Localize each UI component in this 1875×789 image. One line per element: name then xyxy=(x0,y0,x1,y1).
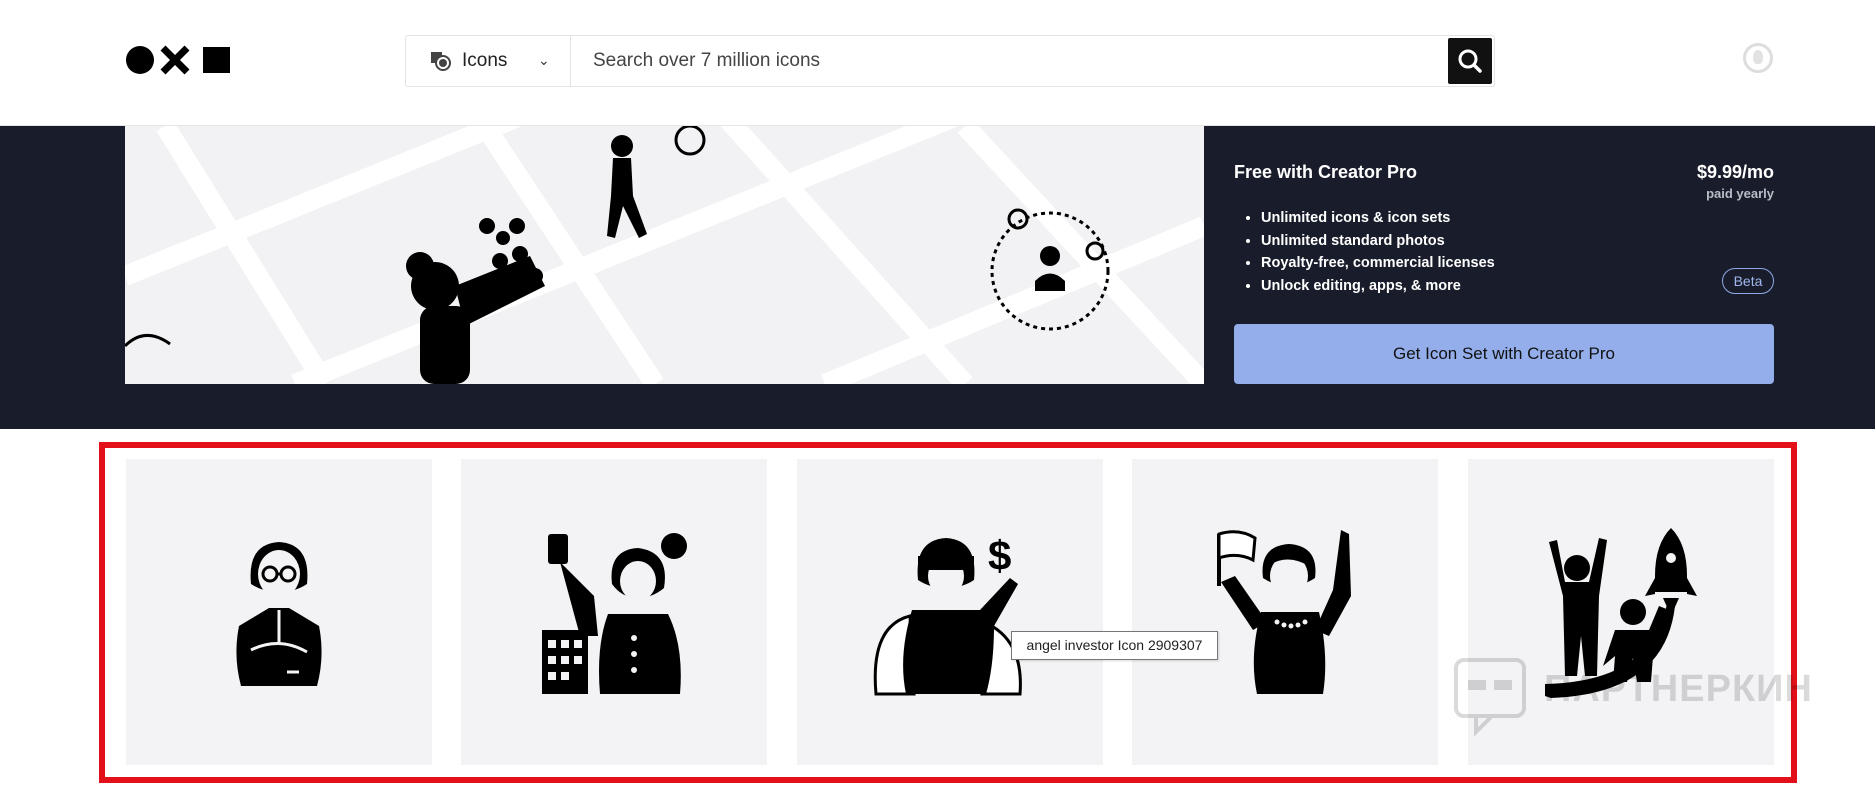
svg-text:$: $ xyxy=(988,532,1011,579)
search-icon xyxy=(1458,49,1482,73)
icon-tile-woman-flag[interactable] xyxy=(1132,459,1438,765)
icon-tile-angel-investor[interactable]: $ xyxy=(797,459,1103,765)
creator-pro-promo: Free with Creator Pro $9.99/mo paid year… xyxy=(1234,126,1774,384)
search-bar: Icons ⌄ xyxy=(405,35,1495,87)
angel-investor-icon: $ xyxy=(873,532,1022,696)
feature-item: Royalty-free, commercial licenses xyxy=(1261,252,1495,275)
promo-billing-period: paid yearly xyxy=(1706,186,1774,201)
promo-price: $9.99/mo xyxy=(1696,162,1774,182)
chat-bubble-icon xyxy=(1454,658,1526,737)
beta-badge: Beta xyxy=(1722,268,1774,294)
search-type-label: Icons xyxy=(462,50,508,71)
woman-holding-money-building-icon xyxy=(542,533,687,694)
get-creator-pro-button[interactable]: Get Icon Set with Creator Pro xyxy=(1234,324,1774,384)
search-type-dropdown[interactable]: Icons ⌄ xyxy=(406,36,571,86)
icon-set-preview xyxy=(125,126,1204,384)
search-button[interactable] xyxy=(1448,38,1492,84)
watermark-text: ПАРТНЕРКИН xyxy=(1544,668,1813,710)
site-header: Icons ⌄ xyxy=(0,0,1875,126)
logo[interactable] xyxy=(125,45,235,75)
search-input[interactable] xyxy=(571,36,1451,86)
promo-title: Free with Creator Pro xyxy=(1234,162,1418,182)
feature-item: Unlimited standard photos xyxy=(1261,230,1495,253)
icon-tile-woman-money-building[interactable] xyxy=(461,459,767,765)
feature-list: Unlimited icons & icon sets Unlimited st… xyxy=(1261,207,1495,297)
chevron-down-icon: ⌄ xyxy=(538,52,550,68)
businesswoman-crossed-arms-icon xyxy=(236,542,322,686)
icon-tile-businesswoman[interactable] xyxy=(126,459,432,765)
icon-set-banner: Free with Creator Pro $9.99/mo paid year… xyxy=(0,126,1875,429)
watermark: ПАРТНЕРКИН xyxy=(1452,656,1832,737)
icon-tooltip: angel investor Icon 2909307 xyxy=(1011,631,1218,660)
woman-with-flag-icon xyxy=(1217,530,1351,694)
feature-item: Unlock editing, apps, & more xyxy=(1261,275,1495,298)
user-avatar[interactable] xyxy=(1743,43,1773,73)
icons-type-icon xyxy=(430,51,452,71)
feature-item: Unlimited icons & icon sets xyxy=(1261,207,1495,230)
